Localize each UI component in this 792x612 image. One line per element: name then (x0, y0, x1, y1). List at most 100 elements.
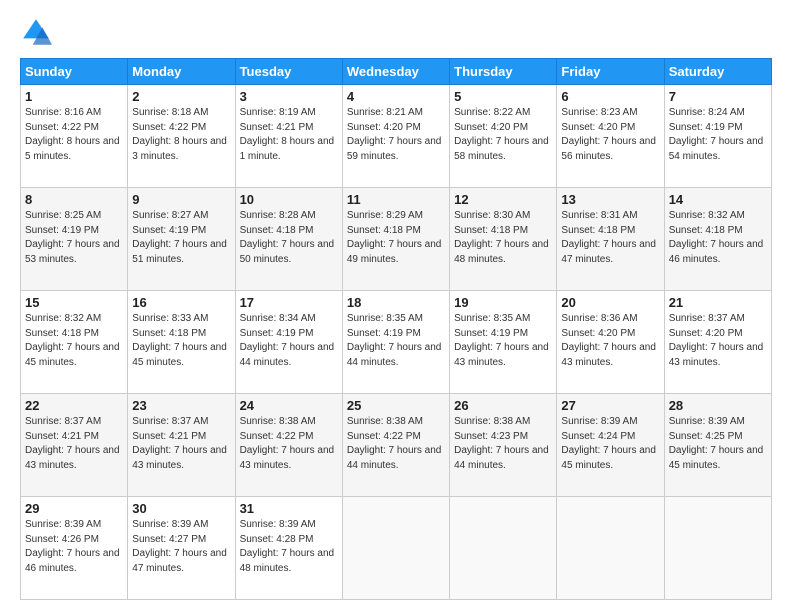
day-info: Sunrise: 8:31 AMSunset: 4:18 PMDaylight:… (561, 209, 659, 267)
day-number: 24 (240, 398, 338, 413)
calendar-cell (342, 497, 449, 600)
weekday-header-wednesday: Wednesday (342, 59, 449, 85)
calendar-cell: 17 Sunrise: 8:34 AMSunset: 4:19 PMDaylig… (235, 291, 342, 394)
calendar-cell: 3 Sunrise: 8:19 AMSunset: 4:21 PMDayligh… (235, 85, 342, 188)
calendar-cell: 18 Sunrise: 8:35 AMSunset: 4:19 PMDaylig… (342, 291, 449, 394)
calendar-cell: 1 Sunrise: 8:16 AMSunset: 4:22 PMDayligh… (21, 85, 128, 188)
calendar-cell: 16 Sunrise: 8:33 AMSunset: 4:18 PMDaylig… (128, 291, 235, 394)
day-number: 27 (561, 398, 659, 413)
day-info: Sunrise: 8:25 AMSunset: 4:19 PMDaylight:… (25, 209, 123, 267)
day-info: Sunrise: 8:32 AMSunset: 4:18 PMDaylight:… (25, 312, 123, 370)
calendar-week-5: 29 Sunrise: 8:39 AMSunset: 4:26 PMDaylig… (21, 497, 772, 600)
calendar-cell: 15 Sunrise: 8:32 AMSunset: 4:18 PMDaylig… (21, 291, 128, 394)
day-number: 18 (347, 295, 445, 310)
day-number: 21 (669, 295, 767, 310)
calendar-cell: 23 Sunrise: 8:37 AMSunset: 4:21 PMDaylig… (128, 394, 235, 497)
calendar-cell: 8 Sunrise: 8:25 AMSunset: 4:19 PMDayligh… (21, 188, 128, 291)
day-number: 25 (347, 398, 445, 413)
day-info: Sunrise: 8:27 AMSunset: 4:19 PMDaylight:… (132, 209, 230, 267)
calendar-cell (664, 497, 771, 600)
day-number: 30 (132, 501, 230, 516)
day-info: Sunrise: 8:36 AMSunset: 4:20 PMDaylight:… (561, 312, 659, 370)
header (20, 16, 772, 48)
day-info: Sunrise: 8:32 AMSunset: 4:18 PMDaylight:… (669, 209, 767, 267)
day-info: Sunrise: 8:29 AMSunset: 4:18 PMDaylight:… (347, 209, 445, 267)
day-number: 23 (132, 398, 230, 413)
calendar-cell: 30 Sunrise: 8:39 AMSunset: 4:27 PMDaylig… (128, 497, 235, 600)
calendar-cell: 12 Sunrise: 8:30 AMSunset: 4:18 PMDaylig… (450, 188, 557, 291)
calendar-table: SundayMondayTuesdayWednesdayThursdayFrid… (20, 58, 772, 600)
calendar-cell: 25 Sunrise: 8:38 AMSunset: 4:22 PMDaylig… (342, 394, 449, 497)
day-number: 16 (132, 295, 230, 310)
calendar-cell: 19 Sunrise: 8:35 AMSunset: 4:19 PMDaylig… (450, 291, 557, 394)
day-number: 20 (561, 295, 659, 310)
calendar-cell: 20 Sunrise: 8:36 AMSunset: 4:20 PMDaylig… (557, 291, 664, 394)
day-info: Sunrise: 8:28 AMSunset: 4:18 PMDaylight:… (240, 209, 338, 267)
day-number: 22 (25, 398, 123, 413)
day-number: 19 (454, 295, 552, 310)
calendar-cell: 4 Sunrise: 8:21 AMSunset: 4:20 PMDayligh… (342, 85, 449, 188)
calendar-cell: 7 Sunrise: 8:24 AMSunset: 4:19 PMDayligh… (664, 85, 771, 188)
day-number: 13 (561, 192, 659, 207)
day-info: Sunrise: 8:33 AMSunset: 4:18 PMDaylight:… (132, 312, 230, 370)
calendar-cell: 28 Sunrise: 8:39 AMSunset: 4:25 PMDaylig… (664, 394, 771, 497)
day-info: Sunrise: 8:18 AMSunset: 4:22 PMDaylight:… (132, 106, 230, 164)
calendar-cell: 26 Sunrise: 8:38 AMSunset: 4:23 PMDaylig… (450, 394, 557, 497)
calendar-cell: 10 Sunrise: 8:28 AMSunset: 4:18 PMDaylig… (235, 188, 342, 291)
day-info: Sunrise: 8:38 AMSunset: 4:22 PMDaylight:… (347, 415, 445, 473)
day-info: Sunrise: 8:23 AMSunset: 4:20 PMDaylight:… (561, 106, 659, 164)
page: SundayMondayTuesdayWednesdayThursdayFrid… (0, 0, 792, 612)
calendar-cell: 9 Sunrise: 8:27 AMSunset: 4:19 PMDayligh… (128, 188, 235, 291)
logo (20, 16, 56, 48)
day-info: Sunrise: 8:39 AMSunset: 4:26 PMDaylight:… (25, 518, 123, 576)
day-info: Sunrise: 8:38 AMSunset: 4:23 PMDaylight:… (454, 415, 552, 473)
day-number: 12 (454, 192, 552, 207)
day-number: 5 (454, 89, 552, 104)
calendar-cell: 11 Sunrise: 8:29 AMSunset: 4:18 PMDaylig… (342, 188, 449, 291)
day-number: 17 (240, 295, 338, 310)
calendar-cell: 13 Sunrise: 8:31 AMSunset: 4:18 PMDaylig… (557, 188, 664, 291)
day-info: Sunrise: 8:16 AMSunset: 4:22 PMDaylight:… (25, 106, 123, 164)
day-info: Sunrise: 8:37 AMSunset: 4:21 PMDaylight:… (25, 415, 123, 473)
day-info: Sunrise: 8:37 AMSunset: 4:21 PMDaylight:… (132, 415, 230, 473)
day-number: 7 (669, 89, 767, 104)
day-info: Sunrise: 8:19 AMSunset: 4:21 PMDaylight:… (240, 106, 338, 164)
day-number: 11 (347, 192, 445, 207)
day-number: 3 (240, 89, 338, 104)
day-number: 31 (240, 501, 338, 516)
weekday-header-friday: Friday (557, 59, 664, 85)
day-info: Sunrise: 8:39 AMSunset: 4:25 PMDaylight:… (669, 415, 767, 473)
day-info: Sunrise: 8:22 AMSunset: 4:20 PMDaylight:… (454, 106, 552, 164)
day-info: Sunrise: 8:34 AMSunset: 4:19 PMDaylight:… (240, 312, 338, 370)
calendar-cell: 14 Sunrise: 8:32 AMSunset: 4:18 PMDaylig… (664, 188, 771, 291)
day-info: Sunrise: 8:35 AMSunset: 4:19 PMDaylight:… (454, 312, 552, 370)
calendar-week-4: 22 Sunrise: 8:37 AMSunset: 4:21 PMDaylig… (21, 394, 772, 497)
calendar-cell: 5 Sunrise: 8:22 AMSunset: 4:20 PMDayligh… (450, 85, 557, 188)
weekday-header-sunday: Sunday (21, 59, 128, 85)
day-info: Sunrise: 8:21 AMSunset: 4:20 PMDaylight:… (347, 106, 445, 164)
day-number: 15 (25, 295, 123, 310)
weekday-header-thursday: Thursday (450, 59, 557, 85)
day-number: 14 (669, 192, 767, 207)
calendar-cell: 2 Sunrise: 8:18 AMSunset: 4:22 PMDayligh… (128, 85, 235, 188)
day-number: 10 (240, 192, 338, 207)
day-number: 26 (454, 398, 552, 413)
day-info: Sunrise: 8:35 AMSunset: 4:19 PMDaylight:… (347, 312, 445, 370)
day-info: Sunrise: 8:39 AMSunset: 4:28 PMDaylight:… (240, 518, 338, 576)
calendar-cell (450, 497, 557, 600)
day-number: 28 (669, 398, 767, 413)
day-info: Sunrise: 8:39 AMSunset: 4:27 PMDaylight:… (132, 518, 230, 576)
day-number: 6 (561, 89, 659, 104)
day-number: 2 (132, 89, 230, 104)
weekday-header-tuesday: Tuesday (235, 59, 342, 85)
calendar-week-2: 8 Sunrise: 8:25 AMSunset: 4:19 PMDayligh… (21, 188, 772, 291)
calendar-cell: 27 Sunrise: 8:39 AMSunset: 4:24 PMDaylig… (557, 394, 664, 497)
calendar-week-3: 15 Sunrise: 8:32 AMSunset: 4:18 PMDaylig… (21, 291, 772, 394)
calendar-cell: 31 Sunrise: 8:39 AMSunset: 4:28 PMDaylig… (235, 497, 342, 600)
calendar-cell: 6 Sunrise: 8:23 AMSunset: 4:20 PMDayligh… (557, 85, 664, 188)
calendar-cell: 24 Sunrise: 8:38 AMSunset: 4:22 PMDaylig… (235, 394, 342, 497)
day-number: 9 (132, 192, 230, 207)
day-info: Sunrise: 8:24 AMSunset: 4:19 PMDaylight:… (669, 106, 767, 164)
weekday-header-row: SundayMondayTuesdayWednesdayThursdayFrid… (21, 59, 772, 85)
calendar-cell: 22 Sunrise: 8:37 AMSunset: 4:21 PMDaylig… (21, 394, 128, 497)
